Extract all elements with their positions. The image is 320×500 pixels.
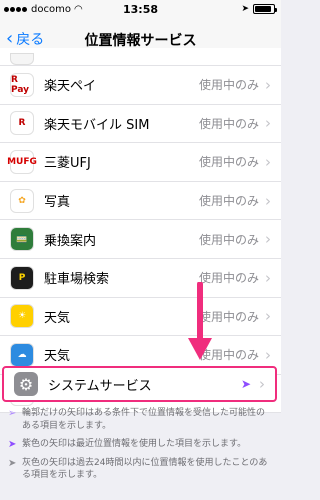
app-name: 三菱UFJ [44, 156, 91, 172]
permission-status: 使用中のみ [198, 155, 259, 170]
note-gray-arrow: ➤ 灰色の矢印は過去24時間以内に位置情報を使用したことのある項目を示します。 [0, 454, 281, 485]
settings-gear-icon: ⚙ [14, 372, 38, 396]
purple-arrow-icon: ➤ [8, 439, 17, 450]
app-name: 駐車場検索 [44, 272, 110, 288]
note-outline-arrow: ➢ 輪郭だけの矢印はある条件下で位置情報を受信した可能性のある項目を示します。 [0, 404, 281, 435]
permission-status: 使用中のみ [198, 232, 259, 247]
app-name: 写真 [44, 195, 71, 211]
list-item-partial[interactable] [0, 48, 281, 66]
status-bar: docomo ◠ 13:58 ➤ [0, 0, 281, 20]
location-services-icon: ➤ [241, 4, 249, 14]
app-name: 天気 [44, 310, 71, 326]
chevron-right-icon: › [259, 375, 265, 393]
app-name: 天気 [44, 349, 71, 365]
parking-icon: P [10, 265, 34, 290]
system-services-label: システムサービス [48, 378, 152, 394]
list-item[interactable]: 🚃 乗換案内 使用中のみ › [0, 220, 281, 259]
list-item[interactable]: R 楽天モバイル SIM 使用中のみ › [0, 104, 281, 144]
mufg-icon: MUFG [7, 149, 37, 174]
list-item[interactable]: ✿ 写真 使用中のみ › [0, 181, 281, 221]
annotation-arrow [188, 282, 212, 360]
app-name: 乗換案内 [44, 233, 97, 249]
list-item[interactable]: MUFG 三菱UFJ 使用中のみ › [0, 143, 281, 182]
page-title: 位置情報サービス [84, 33, 197, 49]
permission-status: 使用中のみ [198, 116, 259, 131]
status-right: ➤ [241, 4, 277, 14]
chevron-right-icon: › [265, 75, 271, 94]
battery-icon [253, 4, 277, 14]
system-services-row[interactable]: ⚙ システムサービス ➤ › [2, 366, 277, 402]
chevron-right-icon: › [265, 114, 271, 133]
photos-icon: ✿ [10, 188, 34, 213]
permission-status: 使用中のみ [198, 78, 259, 93]
chevron-right-icon: › [265, 230, 271, 249]
chevron-right-icon: › [265, 152, 271, 171]
note-purple-arrow: ➤ 紫色の矢印は最近位置情報を使用した項目を示します。 [0, 435, 281, 454]
list-item[interactable]: P 駐車場検索 使用中のみ › [0, 258, 281, 298]
gray-arrow-icon: ➤ [8, 457, 17, 469]
list-item[interactable]: ☀ 天気 使用中のみ › [0, 297, 281, 337]
permission-status: 使用中のみ [198, 194, 259, 209]
yahoo-weather-icon: ☀ [10, 304, 34, 329]
transit-icon: 🚃 [10, 227, 34, 252]
chevron-right-icon: › [265, 345, 271, 364]
note-text: 紫色の矢印は最近位置情報を使用した項目を示します。 [22, 439, 247, 449]
outline-arrow-icon: ➢ [8, 408, 17, 419]
app-name: 楽天モバイル SIM [44, 117, 150, 133]
chevron-right-icon: › [265, 191, 271, 210]
legend-notes: ➢ 輪郭だけの矢印はある条件下で位置情報を受信した可能性のある項目を示します。 … [0, 404, 281, 485]
weather-icon: ☁ [10, 342, 34, 367]
location-arrow-purple-icon: ➤ [240, 377, 251, 391]
rakuten-mobile-icon: R [10, 111, 34, 136]
app-location-list: R Pay 楽天ペイ 使用中のみ › R 楽天モバイル SIM 使用中のみ › MUFG 三菱UF… [0, 48, 281, 414]
note-text: 灰色の矢印は過去24時間以内に位置情報を使用したことのある項目を示します。 [22, 457, 268, 481]
list-item[interactable]: R Pay 楽天ペイ 使用中のみ › [0, 66, 281, 105]
note-text: 輪郭だけの矢印はある条件下で位置情報を受信した可能性のある項目を示します。 [22, 408, 266, 431]
partial-app-icon [10, 53, 34, 65]
app-name: 楽天ペイ [44, 79, 97, 95]
status-time: 13:58 [122, 3, 158, 16]
chevron-right-icon: › [265, 268, 271, 287]
chevron-right-icon: › [265, 307, 271, 326]
rakuten-pay-icon: R Pay [10, 72, 34, 97]
